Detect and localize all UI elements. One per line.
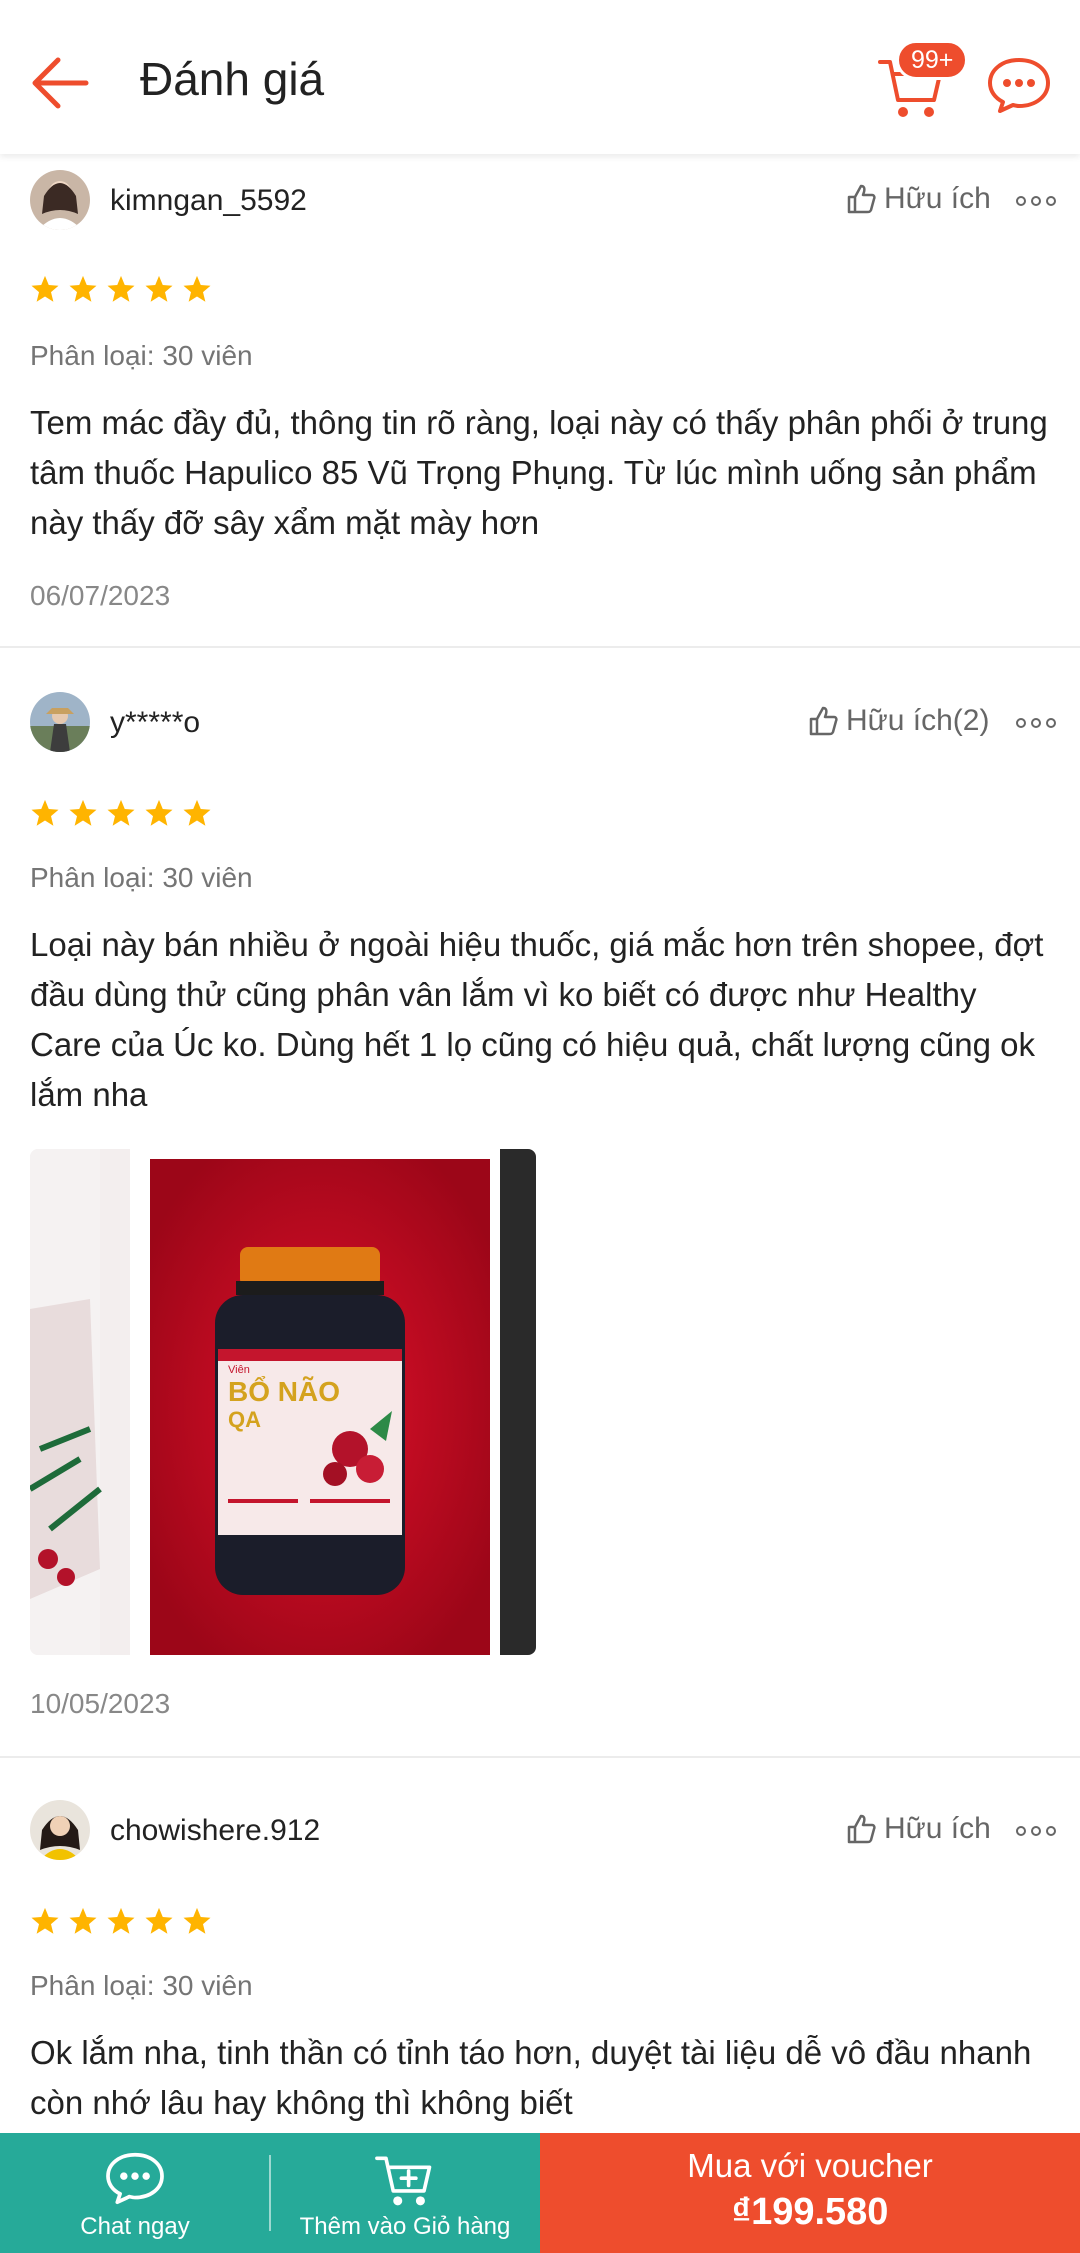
avatar[interactable]: [30, 170, 90, 230]
review-text: Loại này bán nhiều ở ngoài hiệu thuốc, g…: [30, 926, 1044, 1113]
helpful-button[interactable]: Hữu ích(2): [808, 704, 989, 738]
review-text: Ok lắm nha, tinh thần có tỉnh táo hơn, d…: [30, 2034, 1032, 2121]
back-button[interactable]: [26, 50, 96, 116]
review-date: 10/05/2023: [30, 1688, 171, 1719]
helpful-label: Hữu ích: [884, 182, 991, 215]
star-icon: [31, 1907, 59, 1934]
star-icon: [69, 275, 97, 302]
variant-label: Phân loại: 30 viên: [30, 1970, 253, 2001]
chat-now-button[interactable]: Chat ngay: [0, 2133, 270, 2253]
avatar[interactable]: [30, 1800, 90, 1860]
star-icon: [145, 1907, 173, 1934]
star-icon: [107, 799, 135, 826]
add-to-cart-button[interactable]: Thêm vào Giỏ hàng: [270, 2133, 540, 2253]
review-item: y*****o Hữu ích(2) Phân loại: 30 viên Lo…: [0, 648, 1080, 1758]
more-options-icon[interactable]: [1016, 716, 1056, 730]
thumbs-up-icon: [847, 184, 876, 214]
star-icon: [145, 275, 173, 302]
bottle-label-name: BỔ NÃO: [228, 1376, 340, 1407]
bottle-label-suffix: QA: [228, 1407, 261, 1432]
star-icon: [31, 799, 59, 826]
star-icon: [69, 799, 97, 826]
divider: [269, 2155, 271, 2231]
helpful-label: Hữu ích: [884, 1812, 991, 1845]
app-header: Đánh giá 99+: [0, 0, 1080, 154]
review-item: chowishere.912 Hữu ích Phân loại: 30 viê…: [0, 1758, 1080, 2158]
cart-count-badge: 99+: [896, 40, 969, 80]
review-text: Tem mác đầy đủ, thông tin rõ ràng, loại …: [30, 404, 1048, 541]
helpful-label: Hữu ích(2): [846, 704, 990, 737]
more-options-icon[interactable]: [1016, 1824, 1056, 1838]
username[interactable]: kimngan_5592: [110, 184, 307, 218]
add-to-cart-label: Thêm vào Giỏ hàng: [299, 2213, 511, 2240]
thumbs-up-icon: [809, 706, 838, 736]
username[interactable]: y*****o: [110, 706, 200, 740]
more-options-icon[interactable]: [1016, 194, 1056, 208]
rating-stars: [30, 274, 212, 304]
rating-stars: [30, 798, 212, 828]
star-icon: [107, 1907, 135, 1934]
review-item: kimngan_5592 Hữu ích Phân loại: 30 viên …: [0, 154, 1080, 648]
helpful-button[interactable]: Hữu ích: [846, 1812, 991, 1846]
review-photo[interactable]: Viên BỔ NÃO QA: [30, 1149, 536, 1655]
chat-now-label: Chat ngay: [80, 2213, 190, 2240]
page-title: Đánh giá: [140, 53, 325, 105]
arrow-left-icon: [32, 57, 89, 109]
variant-label: Phân loại: 30 viên: [30, 862, 253, 893]
chat-button[interactable]: [986, 56, 1052, 114]
star-icon: [145, 799, 173, 826]
chat-bubble-icon: [106, 2152, 164, 2205]
bottle-label-brand: Viên: [228, 1364, 250, 1376]
avatar[interactable]: [30, 692, 90, 752]
helpful-button[interactable]: Hữu ích: [846, 182, 991, 216]
star-icon: [69, 1907, 97, 1934]
star-icon: [183, 275, 211, 302]
add-to-cart-icon: [375, 2156, 432, 2206]
star-icon: [183, 799, 211, 826]
buy-label: Mua với voucher: [687, 2147, 933, 2184]
username[interactable]: chowishere.912: [110, 1814, 320, 1848]
buy-price: ₫199.580: [731, 2191, 889, 2233]
buy-with-voucher-button[interactable]: Mua với voucher ₫199.580: [540, 2133, 1080, 2253]
chat-bubble-icon: [988, 58, 1050, 113]
product-bottle-photo: Viên BỔ NÃO QA: [30, 1149, 536, 1655]
variant-label: Phân loại: 30 viên: [30, 340, 253, 371]
rating-stars: [30, 1906, 212, 1936]
star-icon: [183, 1907, 211, 1934]
star-icon: [31, 275, 59, 302]
thumbs-up-icon: [847, 1814, 876, 1844]
bottom-action-bar: Chat ngay Thêm vào Giỏ hàng Mua với vouc…: [0, 2133, 1080, 2253]
review-date: 06/07/2023: [30, 580, 171, 611]
star-icon: [107, 275, 135, 302]
